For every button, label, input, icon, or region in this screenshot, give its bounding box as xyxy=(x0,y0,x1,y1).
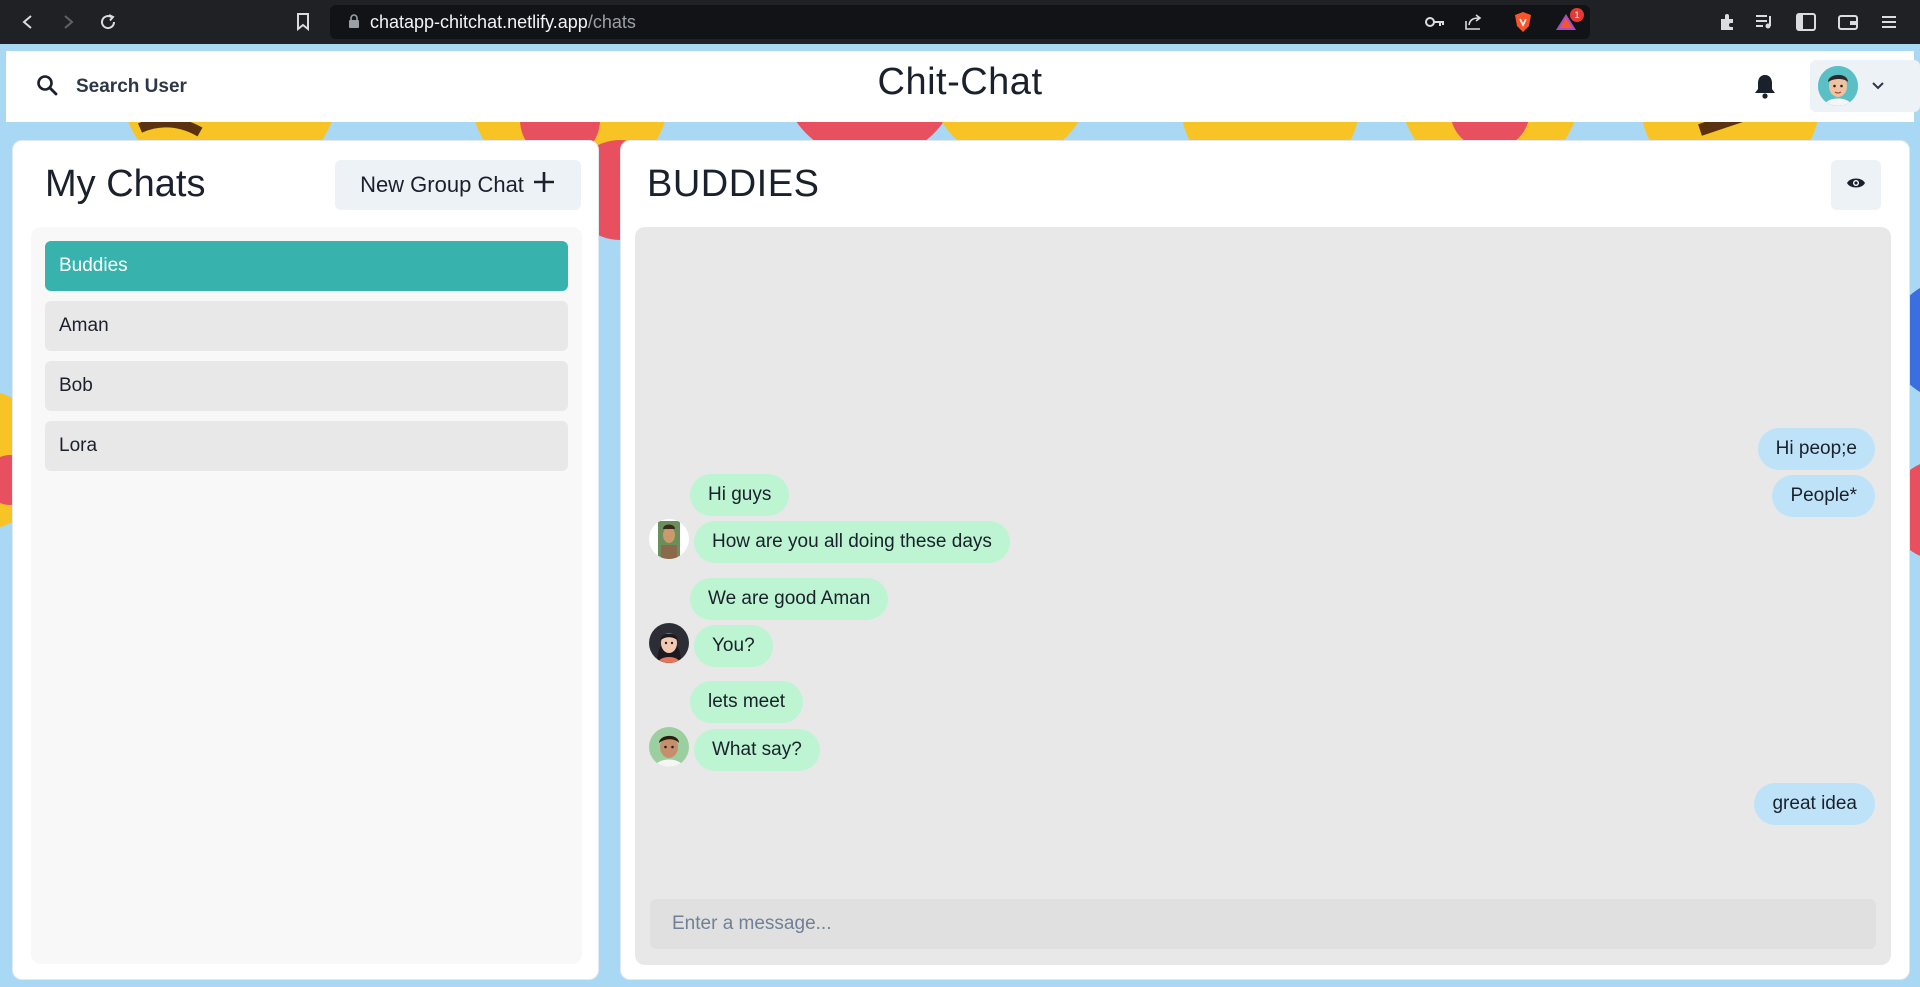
chat-title: BUDDIES xyxy=(647,163,820,205)
rewards-badge: 1 xyxy=(1570,8,1584,22)
menu-icon[interactable] xyxy=(1877,10,1901,34)
my-chats-panel: My Chats New Group Chat Buddies Aman Bob… xyxy=(12,140,599,980)
sidebar-toggle-icon[interactable] xyxy=(1794,10,1818,34)
message-bubble: great idea xyxy=(1754,783,1875,825)
profile-menu-button[interactable] xyxy=(1810,60,1920,112)
new-group-chat-button[interactable]: New Group Chat xyxy=(335,160,581,210)
chat-list: Buddies Aman Bob Lora xyxy=(31,227,582,964)
message-bubble: People* xyxy=(1772,475,1875,517)
extensions-icon[interactable] xyxy=(1715,10,1739,34)
message-bubble: lets meet xyxy=(690,681,804,723)
forward-icon[interactable] xyxy=(56,10,80,34)
url-path: /chats xyxy=(587,11,636,32)
brave-shield-icon[interactable] xyxy=(1511,10,1535,34)
chat-item-bob[interactable]: Bob xyxy=(45,361,568,411)
media-icon[interactable] xyxy=(1753,10,1777,34)
view-group-details-button[interactable] xyxy=(1831,160,1881,210)
message-input[interactable] xyxy=(650,899,1876,949)
wallet-icon[interactable] xyxy=(1836,10,1860,34)
key-icon[interactable] xyxy=(1423,10,1447,34)
share-icon[interactable] xyxy=(1462,10,1486,34)
chat-item-aman[interactable]: Aman xyxy=(45,301,568,351)
chat-item-buddies[interactable]: Buddies xyxy=(45,241,568,291)
user-avatar xyxy=(1818,66,1858,106)
sender-avatar xyxy=(649,519,689,559)
brave-rewards-icon[interactable]: 1 xyxy=(1554,8,1584,34)
bookmark-icon[interactable] xyxy=(291,10,315,34)
new-group-chat-label: New Group Chat xyxy=(360,172,524,197)
eye-icon xyxy=(1846,176,1866,195)
message-bubble: Hi guys xyxy=(690,474,790,516)
message-bubble: We are good Aman xyxy=(690,578,889,620)
chat-panel: BUDDIES Hi peop;e People* Hi guys How ar… xyxy=(620,140,1910,980)
reload-icon[interactable] xyxy=(96,10,120,34)
notification-bell-icon[interactable] xyxy=(1751,71,1779,101)
my-chats-title: My Chats xyxy=(45,163,206,205)
chat-item-lora[interactable]: Lora xyxy=(45,421,568,471)
back-icon[interactable] xyxy=(16,10,40,34)
sender-avatar xyxy=(649,623,689,663)
address-bar[interactable]: chatapp-chitchat.netlify.app/chats xyxy=(330,5,1590,39)
messages-area: Hi peop;e People* Hi guys How are you al… xyxy=(635,227,1891,965)
message-bubble: You? xyxy=(694,625,773,667)
message-bubble: How are you all doing these days xyxy=(694,521,1010,563)
app-header: Search User Chit-Chat xyxy=(6,51,1920,122)
message-bubble: Hi peop;e xyxy=(1757,428,1875,470)
lock-icon xyxy=(348,12,360,33)
sender-avatar xyxy=(649,727,689,767)
chevron-down-icon xyxy=(1872,77,1884,95)
message-bubble: What say? xyxy=(694,729,820,771)
browser-toolbar: chatapp-chitchat.netlify.app/chats 1 xyxy=(0,0,1920,44)
plus-icon xyxy=(532,170,556,200)
url-host: chatapp-chitchat.netlify.app xyxy=(370,11,588,32)
app-title: Chit-Chat xyxy=(877,61,1043,103)
